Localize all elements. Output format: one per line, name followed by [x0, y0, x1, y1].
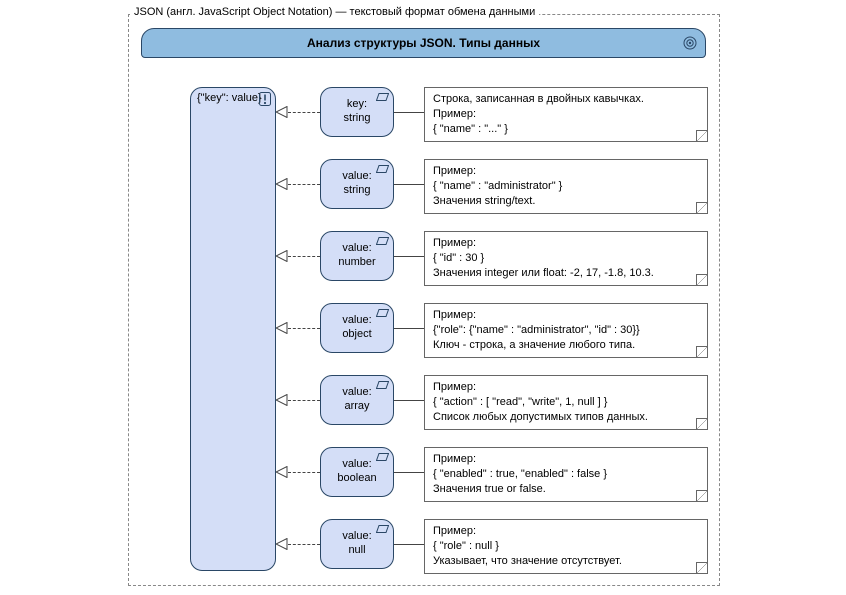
header-title: Анализ структуры JSON. Типы данных	[307, 36, 540, 50]
note-line: { "enabled" : true, "enabled" : false }	[433, 467, 693, 482]
note-line: Строка, записанная в двойных кавычках.	[433, 92, 693, 107]
note-line: { "id" : 30 }	[433, 251, 693, 266]
parallelogram-icon	[376, 92, 389, 100]
note-line: Список любых допустимых типов данных.	[433, 410, 693, 425]
type-label-line1: value:	[342, 242, 371, 256]
type-label-line2: boolean	[337, 472, 376, 486]
note-line: Значения true or false.	[433, 482, 693, 497]
note-box: Пример: { "action" : [ "read", "write", …	[424, 375, 708, 430]
row-value-boolean: value: boolean Пример: { "enabled" : tru…	[276, 447, 708, 497]
type-node: value: string	[320, 159, 394, 209]
row-value-null: value: null Пример: { "role" : null } Ук…	[276, 519, 708, 569]
type-label-line1: value:	[342, 314, 371, 328]
note-line: Пример:	[433, 380, 693, 395]
note-line: { "name" : "administrator" }	[433, 179, 693, 194]
exclamation-icon	[259, 92, 271, 106]
type-label-line2: string	[344, 112, 371, 126]
note-line: Ключ - строка, а значение любого типа.	[433, 338, 693, 353]
note-box: Строка, записанная в двойных кавычках. П…	[424, 87, 708, 142]
note-box: Пример: { "name" : "administrator" } Зна…	[424, 159, 708, 214]
note-box: Пример: {"role": {"name" : "administrato…	[424, 303, 708, 358]
type-node: value: boolean	[320, 447, 394, 497]
frame-label: JSON (англ. JavaScript Object Notation) …	[130, 6, 539, 18]
type-label-line1: value:	[342, 458, 371, 472]
type-label-line1: key:	[347, 98, 367, 112]
parallelogram-icon	[376, 524, 389, 532]
target-icon	[683, 36, 697, 50]
note-line: Значения integer или float: -2, 17, -1.8…	[433, 266, 693, 281]
note-line: Пример:	[433, 452, 693, 467]
note-line: { "action" : [ "read", "write", 1, null …	[433, 395, 693, 410]
note-box: Пример: { "role" : null } Указывает, что…	[424, 519, 708, 574]
note-connector	[394, 328, 424, 329]
row-value-array: value: array Пример: { "action" : [ "rea…	[276, 375, 708, 425]
type-label-line1: value:	[342, 530, 371, 544]
note-connector	[394, 400, 424, 401]
row-value-number: value: number Пример: { "id" : 30 } Знач…	[276, 231, 708, 281]
type-node: value: array	[320, 375, 394, 425]
note-line: Пример:	[433, 308, 693, 323]
note-line: Пример:	[433, 107, 693, 122]
note-line: Пример:	[433, 236, 693, 251]
parallelogram-icon	[376, 380, 389, 388]
parallelogram-icon	[376, 164, 389, 172]
parallelogram-icon	[376, 452, 389, 460]
note-line: { "name" : "..." }	[433, 122, 693, 137]
note-box: Пример: { "id" : 30 } Значения integer и…	[424, 231, 708, 286]
note-line: Пример:	[433, 164, 693, 179]
type-label-line2: object	[342, 328, 371, 342]
root-node: {"key": value}	[190, 87, 276, 571]
type-label-line2: number	[338, 256, 375, 270]
note-connector	[394, 256, 424, 257]
type-label-line2: null	[348, 544, 365, 558]
note-box: Пример: { "enabled" : true, "enabled" : …	[424, 447, 708, 502]
type-label-line2: array	[344, 400, 369, 414]
type-label-line1: value:	[342, 386, 371, 400]
note-connector	[394, 112, 424, 113]
note-line: Пример:	[433, 524, 693, 539]
note-line: Значения string/text.	[433, 194, 693, 209]
note-connector	[394, 472, 424, 473]
note-connector	[394, 184, 424, 185]
note-line: Указывает, что значение отсутствует.	[433, 554, 693, 569]
type-node: key: string	[320, 87, 394, 137]
parallelogram-icon	[376, 308, 389, 316]
type-node: value: number	[320, 231, 394, 281]
type-node: value: null	[320, 519, 394, 569]
type-label-line2: string	[344, 184, 371, 198]
note-line: {"role": {"name" : "administrator", "id"…	[433, 323, 693, 338]
row-key-string: key: string Строка, записанная в двойных…	[276, 87, 708, 137]
row-value-string: value: string Пример: { "name" : "admini…	[276, 159, 708, 209]
row-value-object: value: object Пример: {"role": {"name" :…	[276, 303, 708, 353]
note-connector	[394, 544, 424, 545]
type-label-line1: value:	[342, 170, 371, 184]
diagram-header: Анализ структуры JSON. Типы данных	[141, 28, 706, 58]
note-line: { "role" : null }	[433, 539, 693, 554]
parallelogram-icon	[376, 236, 389, 244]
type-node: value: object	[320, 303, 394, 353]
root-node-label: {"key": value}	[197, 92, 262, 104]
